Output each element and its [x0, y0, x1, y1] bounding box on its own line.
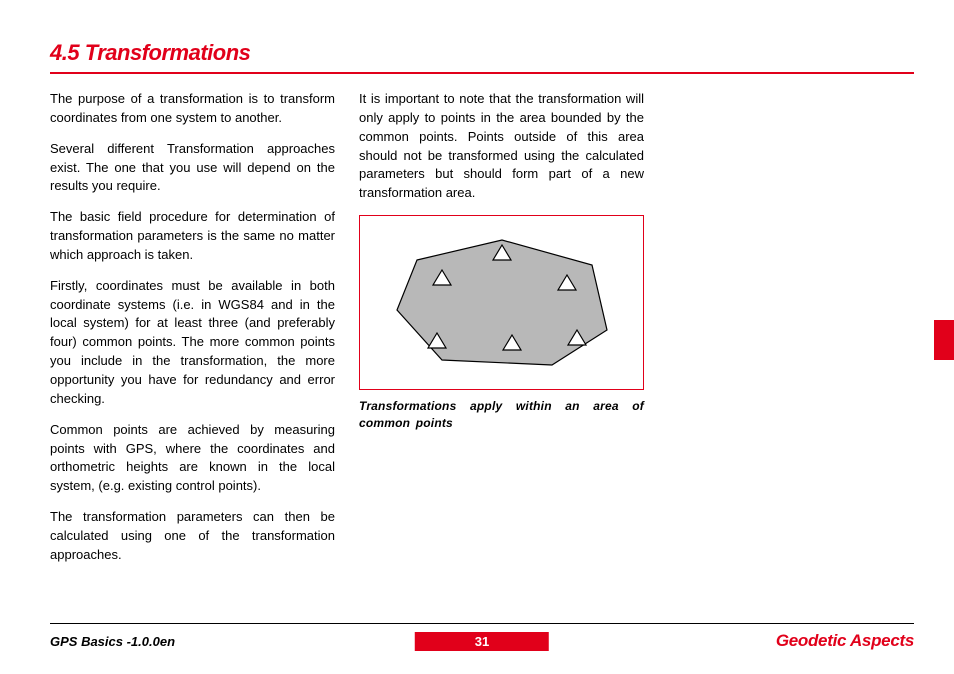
column-2: It is important to note that the transfo… [359, 90, 644, 577]
paragraph: The basic field procedure for determinat… [50, 208, 335, 265]
paragraph: It is important to note that the transfo… [359, 90, 644, 203]
column-1: The purpose of a transformation is to tr… [50, 90, 335, 577]
figure-caption: Transformations apply within an area of … [359, 398, 644, 432]
transformation-area-icon [372, 225, 632, 380]
paragraph: Firstly, coordinates must be available i… [50, 277, 335, 409]
body-columns: The purpose of a transformation is to tr… [50, 90, 914, 577]
section-heading: 4.5 Transformations [50, 40, 914, 74]
paragraph: The transformation parameters can then b… [50, 508, 335, 565]
page-footer: GPS Basics -1.0.0en 31 Geodetic Aspects [50, 623, 914, 652]
footer-page-number: 31 [415, 632, 549, 651]
footer-rule [50, 623, 914, 624]
figure-transformation-area [359, 215, 644, 390]
footer-doc-title: GPS Basics -1.0.0en [50, 634, 175, 649]
paragraph: Several different Transformation approac… [50, 140, 335, 197]
paragraph: The purpose of a transformation is to tr… [50, 90, 335, 128]
page-edge-tab [934, 320, 954, 360]
footer-chapter-title: Geodetic Aspects [776, 631, 914, 651]
paragraph: Common points are achieved by measuring … [50, 421, 335, 496]
